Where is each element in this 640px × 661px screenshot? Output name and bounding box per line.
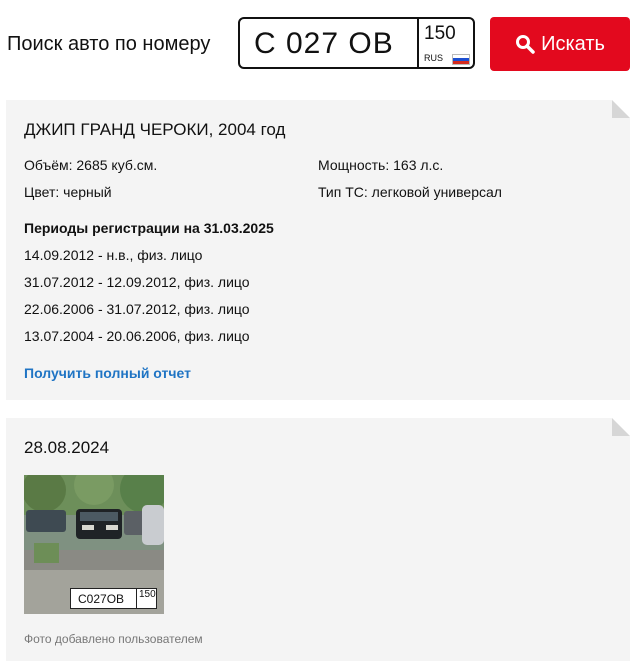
- search-button[interactable]: Искать: [490, 17, 630, 71]
- plate-input[interactable]: С 027 ОВ 150 RUS: [238, 17, 475, 69]
- search-button-label: Искать: [541, 32, 605, 55]
- spec-volume: Объём: 2685 куб.см.: [24, 157, 158, 173]
- full-report-link[interactable]: Получить полный отчет: [24, 365, 191, 381]
- search-title: Поиск авто по номеру: [7, 33, 211, 55]
- car-photo[interactable]: С027ОВ 150: [24, 475, 164, 614]
- registration-period: 22.06.2006 - 31.07.2012, физ. лицо: [24, 301, 250, 317]
- photo-plate-region: 150: [139, 589, 156, 600]
- photo-date: 28.08.2024: [24, 438, 110, 457]
- spec-power: Мощность: 163 л.с.: [318, 157, 444, 173]
- vehicle-title: ДЖИП ГРАНД ЧЕРОКИ, 2004 год: [24, 120, 286, 139]
- photo-plate-divider: [136, 589, 137, 608]
- registration-period: 31.07.2012 - 12.09.2012, физ. лицо: [24, 274, 250, 290]
- card-corner-fold: [612, 418, 630, 436]
- spec-color: Цвет: черный: [24, 184, 112, 200]
- registration-period: 13.07.2004 - 20.06.2006, физ. лицо: [24, 328, 250, 344]
- photo-caption: Фото добавлено пользователем: [24, 632, 203, 646]
- russian-flag-icon: [452, 54, 470, 65]
- photo-plate: С027ОВ 150: [70, 588, 157, 609]
- vehicle-card: ДЖИП ГРАНД ЧЕРОКИ, 2004 год Объём: 2685 …: [6, 100, 630, 400]
- card-corner-fold: [612, 100, 630, 118]
- magnifier-icon: [516, 35, 535, 54]
- registration-period: 14.09.2012 - н.в., физ. лицо: [24, 247, 203, 263]
- search-bar: Поиск авто по номеру С 027 ОВ 150 RUS Ис…: [0, 0, 640, 88]
- photo-plate-number: С027ОВ: [78, 592, 125, 606]
- registration-periods-heading: Периоды регистрации на 31.03.2025: [24, 220, 274, 236]
- plate-number[interactable]: С 027 ОВ: [254, 27, 394, 61]
- plate-region[interactable]: 150: [424, 23, 456, 45]
- photo-card: 28.08.2024 С027ОВ 150 Фото добавлено пол…: [6, 418, 630, 661]
- spec-type: Тип ТС: легковой универсал: [318, 184, 502, 200]
- plate-divider: [417, 19, 419, 67]
- plate-country: RUS: [424, 53, 444, 63]
